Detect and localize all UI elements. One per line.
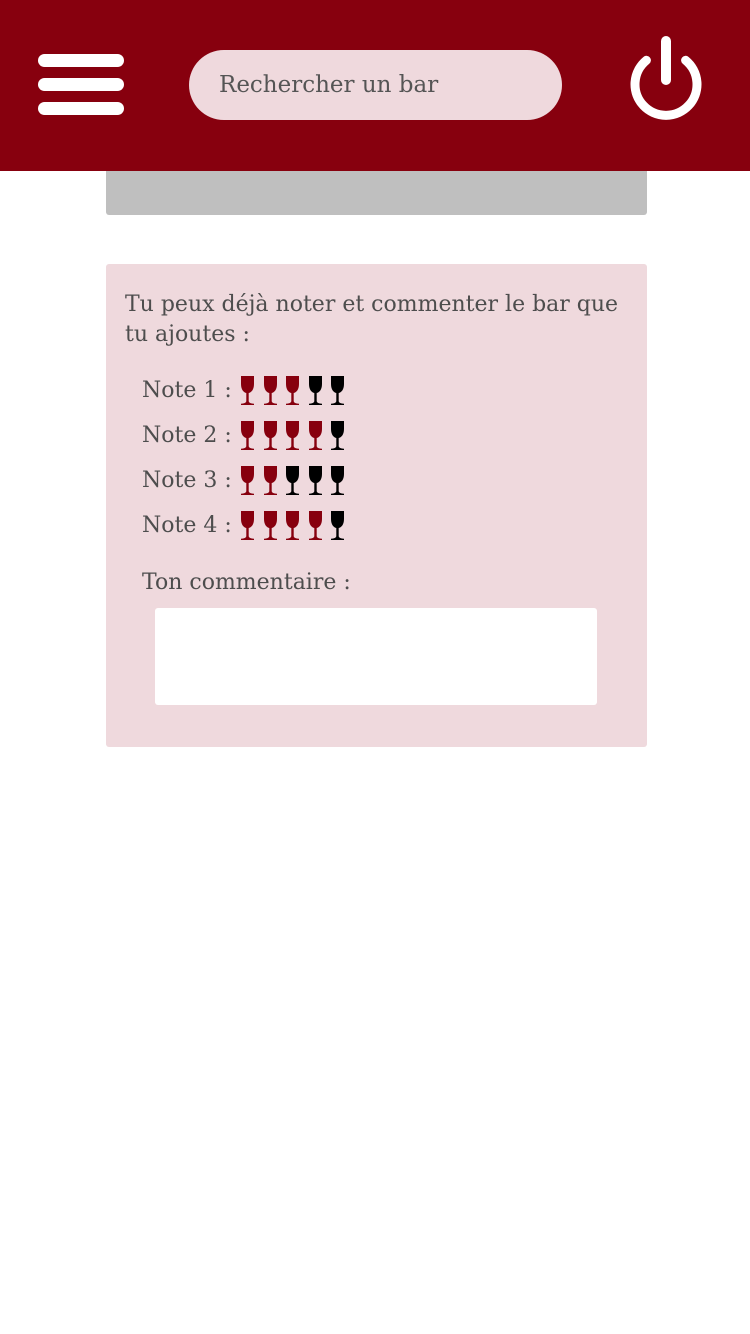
comment-textarea[interactable] (155, 608, 597, 705)
wine-glass-icon[interactable] (261, 419, 284, 453)
wine-glass-rating[interactable] (238, 509, 351, 543)
wine-glass-icon[interactable] (261, 509, 284, 543)
power-icon[interactable] (626, 34, 706, 128)
wine-glass-icon[interactable] (283, 419, 306, 453)
wine-glass-icon[interactable] (283, 464, 306, 498)
hamburger-menu-icon[interactable] (38, 52, 124, 118)
wine-glass-icon[interactable] (328, 419, 351, 453)
note-label: Note 4 : (142, 513, 232, 538)
top-bar (0, 0, 750, 171)
wine-glass-icon[interactable] (238, 464, 261, 498)
wine-glass-icon[interactable] (306, 464, 329, 498)
wine-glass-rating[interactable] (238, 419, 351, 453)
wine-glass-rating[interactable] (238, 464, 351, 498)
wine-glass-icon[interactable] (238, 374, 261, 408)
search-input[interactable] (189, 50, 562, 120)
wine-glass-icon[interactable] (238, 509, 261, 543)
wine-glass-icon[interactable] (328, 464, 351, 498)
note-label: Note 2 : (142, 423, 232, 448)
wine-glass-icon[interactable] (238, 419, 261, 453)
note-label: Note 1 : (142, 378, 232, 403)
wine-glass-icon[interactable] (328, 509, 351, 543)
rating-intro-text: Tu peux déjà noter et commenter le bar q… (125, 292, 619, 347)
wine-glass-icon[interactable] (306, 509, 329, 543)
wine-glass-icon[interactable] (328, 374, 351, 408)
wine-glass-icon[interactable] (306, 419, 329, 453)
wine-glass-rating[interactable] (238, 374, 351, 408)
wine-glass-icon[interactable] (306, 374, 329, 408)
wine-glass-icon[interactable] (261, 464, 284, 498)
rating-card: Tu peux déjà noter et commenter le bar q… (106, 264, 647, 747)
note-label: Note 3 : (142, 468, 232, 493)
comment-label: Ton commentaire : (142, 570, 351, 595)
wine-glass-icon[interactable] (283, 374, 306, 408)
wine-glass-icon[interactable] (261, 374, 284, 408)
wine-glass-icon[interactable] (283, 509, 306, 543)
grey-banner (106, 171, 647, 215)
